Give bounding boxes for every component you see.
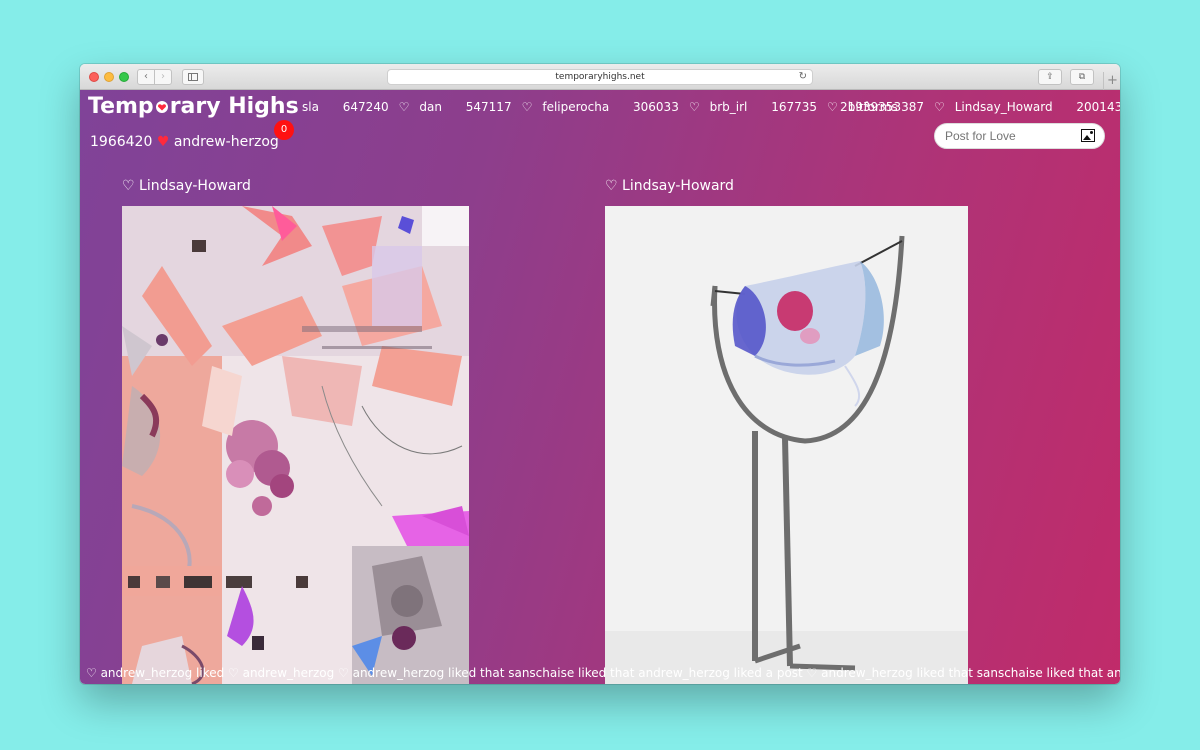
reload-icon[interactable]: ↻: [799, 70, 807, 84]
heart-outline-icon[interactable]: ♡: [122, 178, 135, 194]
post-author[interactable]: ♡ Lindsay-Howard: [605, 178, 734, 194]
notification-badge[interactable]: 0: [274, 120, 294, 140]
ticker-item[interactable]: sla: [302, 100, 329, 114]
heart-filled-icon: ♥: [156, 134, 170, 150]
sidebar-toggle-button[interactable]: [182, 69, 204, 85]
collage-artwork: [122, 206, 469, 684]
user-name: andrew-herzog: [173, 134, 279, 150]
sculpture-artwork: [605, 206, 968, 684]
browser-window: ‹ › temporaryhighs.net ↻ ⇪ ⧉ + Temp rary …: [80, 64, 1120, 684]
close-window-button[interactable]: [89, 72, 99, 82]
ticker-item[interactable]: 647240 ♡ dan: [343, 100, 452, 114]
page-viewport: Temp rary Highs sla 647240 ♡ dan 547117 ♡ fel…: [80, 90, 1120, 684]
image-upload-icon[interactable]: [1081, 129, 1095, 142]
forward-button[interactable]: ›: [154, 69, 172, 85]
show-tabs-button[interactable]: ⧉: [1070, 69, 1094, 85]
heart-outline-icon[interactable]: ♡: [605, 178, 618, 194]
user-love-count: 1966420: [90, 134, 153, 150]
logo-heart-icon: [154, 94, 170, 119]
chevron-right-icon: ›: [161, 71, 165, 82]
back-button[interactable]: ‹: [137, 69, 155, 85]
url-text: temporaryhighs.net: [555, 72, 645, 82]
chevron-left-icon: ‹: [144, 71, 148, 82]
heart-outline-icon: ♡: [521, 100, 533, 114]
site-logo[interactable]: Temp rary Highs: [88, 94, 299, 119]
tabs-icon: ⧉: [1078, 72, 1086, 82]
ticker-item[interactable]: 2001430562♡: [1076, 100, 1120, 114]
share-button[interactable]: ⇪: [1038, 69, 1062, 85]
heart-outline-icon: ♡: [827, 100, 838, 114]
leaderboard-ticker: sla 647240 ♡ dan 547117 ♡ feliperocha 306033…: [302, 100, 918, 114]
post-image-collage[interactable]: [122, 206, 469, 684]
browser-toolbar: ‹ › temporaryhighs.net ↻ ⇪ ⧉ +: [80, 64, 1120, 90]
logo-text-right: rary Highs: [169, 94, 299, 119]
new-tab-button[interactable]: +: [1103, 72, 1120, 90]
leaderboard-ticker-right: 21939353387♡Lindsay_Howard 2001430562♡: [840, 100, 1120, 114]
ticker-item[interactable]: 547117 ♡ feliperocha: [466, 100, 619, 114]
heart-outline-icon: ♡: [688, 100, 700, 114]
share-icon: ⇪: [1046, 72, 1054, 82]
post-image-sculpture[interactable]: [605, 206, 968, 684]
activity-feed: ♡ andrew_herzog liked ♡ andrew_herzog ♡ …: [86, 666, 1120, 680]
heart-outline-icon: ♡: [398, 100, 410, 114]
post-box: [934, 123, 1105, 149]
logo-text-left: Temp: [88, 94, 154, 119]
minimize-window-button[interactable]: [104, 72, 114, 82]
post-input[interactable]: [934, 123, 1105, 149]
plus-icon: +: [1107, 73, 1118, 88]
ticker-item[interactable]: 306033 ♡ brb_irl: [633, 100, 757, 114]
sidebar-icon: [188, 73, 198, 81]
ticker-item[interactable]: 21939353387 ♡ Lindsay_Howard: [840, 100, 1063, 114]
address-bar[interactable]: temporaryhighs.net ↻: [387, 69, 813, 85]
current-user[interactable]: 1966420 ♥ andrew-herzog: [90, 134, 279, 150]
zoom-window-button[interactable]: [119, 72, 129, 82]
heart-outline-icon: ♡: [933, 100, 945, 114]
post-author[interactable]: ♡ Lindsay-Howard: [122, 178, 251, 194]
